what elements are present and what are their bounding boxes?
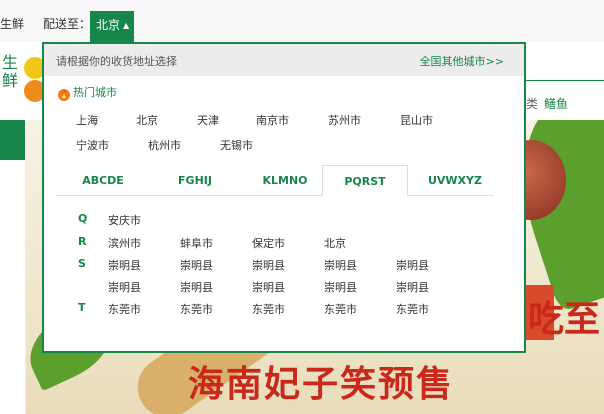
- nav-item-eel[interactable]: 鳝鱼: [544, 97, 568, 111]
- fire-icon: 🔥: [58, 89, 70, 101]
- city-selector-button[interactable]: 北京 ▲: [90, 11, 134, 43]
- other-cities-link[interactable]: 全国其他城市>>: [420, 53, 504, 69]
- city-link[interactable]: 崇明县: [396, 279, 429, 295]
- dropdown-hint: 请根据你的收货地址选择: [56, 55, 177, 68]
- city-link[interactable]: 崇明县: [180, 279, 213, 295]
- brand-fragment: 生鲜: [0, 17, 25, 31]
- city-link[interactable]: 崇明县: [324, 279, 357, 295]
- city-link[interactable]: 崇明县: [180, 257, 213, 273]
- nav-item-lei[interactable]: 类: [526, 97, 538, 111]
- city-link[interactable]: 东莞市: [108, 301, 141, 317]
- city-link[interactable]: 东莞市: [396, 301, 429, 317]
- tab-abcde[interactable]: ABCDE: [56, 165, 150, 196]
- tab-fghij[interactable]: FGHIJ: [150, 165, 240, 196]
- hot-city[interactable]: 苏州市: [328, 112, 361, 128]
- caret-up-icon: ▲: [123, 21, 130, 30]
- hot-city[interactable]: 南京市: [256, 112, 289, 128]
- group-letter: T: [78, 301, 86, 314]
- banner-headline: 海南妃子笑预售: [188, 363, 455, 405]
- city-dropdown-panel: 请根据你的收货地址选择 全国其他城市>> 🔥 热门城市 上海 北京 天津 南京市 …: [42, 42, 526, 353]
- category-sidebar-header: [0, 120, 25, 160]
- city-link[interactable]: 崇明县: [252, 257, 285, 273]
- hot-city[interactable]: 北京: [136, 112, 158, 128]
- nav-underline: [526, 80, 604, 81]
- category-nav: 类鳝鱼: [526, 95, 568, 112]
- hot-city[interactable]: 杭州市: [148, 137, 181, 153]
- hot-city[interactable]: 天津: [197, 112, 219, 128]
- city-link[interactable]: 安庆市: [108, 212, 141, 228]
- hot-city[interactable]: 昆山市: [400, 112, 433, 128]
- tab-uvwxyz[interactable]: UVWXYZ: [412, 165, 498, 196]
- hot-city[interactable]: 上海: [76, 112, 98, 128]
- city-link[interactable]: 东莞市: [252, 301, 285, 317]
- city-link[interactable]: 保定市: [252, 235, 285, 251]
- tab-pqrst[interactable]: PQRST: [322, 165, 408, 196]
- hot-cities-title: 🔥 热门城市: [58, 84, 117, 101]
- city-link[interactable]: 北京: [324, 235, 346, 251]
- city-link[interactable]: 东莞市: [324, 301, 357, 317]
- city-link[interactable]: 崇明县: [396, 257, 429, 273]
- city-link[interactable]: 东莞市: [180, 301, 213, 317]
- city-link[interactable]: 蚌阜市: [180, 235, 213, 251]
- city-link[interactable]: 崇明县: [108, 279, 141, 295]
- dropdown-header: 请根据你的收货地址选择 全国其他城市>>: [44, 44, 524, 76]
- hot-city[interactable]: 无锡市: [220, 137, 253, 153]
- city-link[interactable]: 崇明县: [252, 279, 285, 295]
- category-sidebar: [0, 160, 26, 414]
- group-letter: S: [78, 257, 86, 270]
- group-letter: Q: [78, 212, 88, 225]
- city-link[interactable]: 滨州市: [108, 235, 141, 251]
- letter-tabs: ABCDE FGHIJ KLMNO PQRST UVWXYZ: [56, 165, 494, 196]
- hot-city[interactable]: 宁波市: [76, 137, 109, 153]
- banner-side-text: 吃至: [528, 298, 601, 340]
- current-city: 北京: [96, 18, 121, 32]
- ship-to-label: 配送至：: [43, 17, 92, 31]
- city-link[interactable]: 崇明县: [324, 257, 357, 273]
- tab-klmno[interactable]: KLMNO: [240, 165, 330, 196]
- site-logo-text[interactable]: 生鲜: [2, 54, 20, 90]
- city-link[interactable]: 崇明县: [108, 257, 141, 273]
- hot-cities-label: 热门城市: [73, 86, 117, 99]
- group-letter: R: [78, 235, 87, 248]
